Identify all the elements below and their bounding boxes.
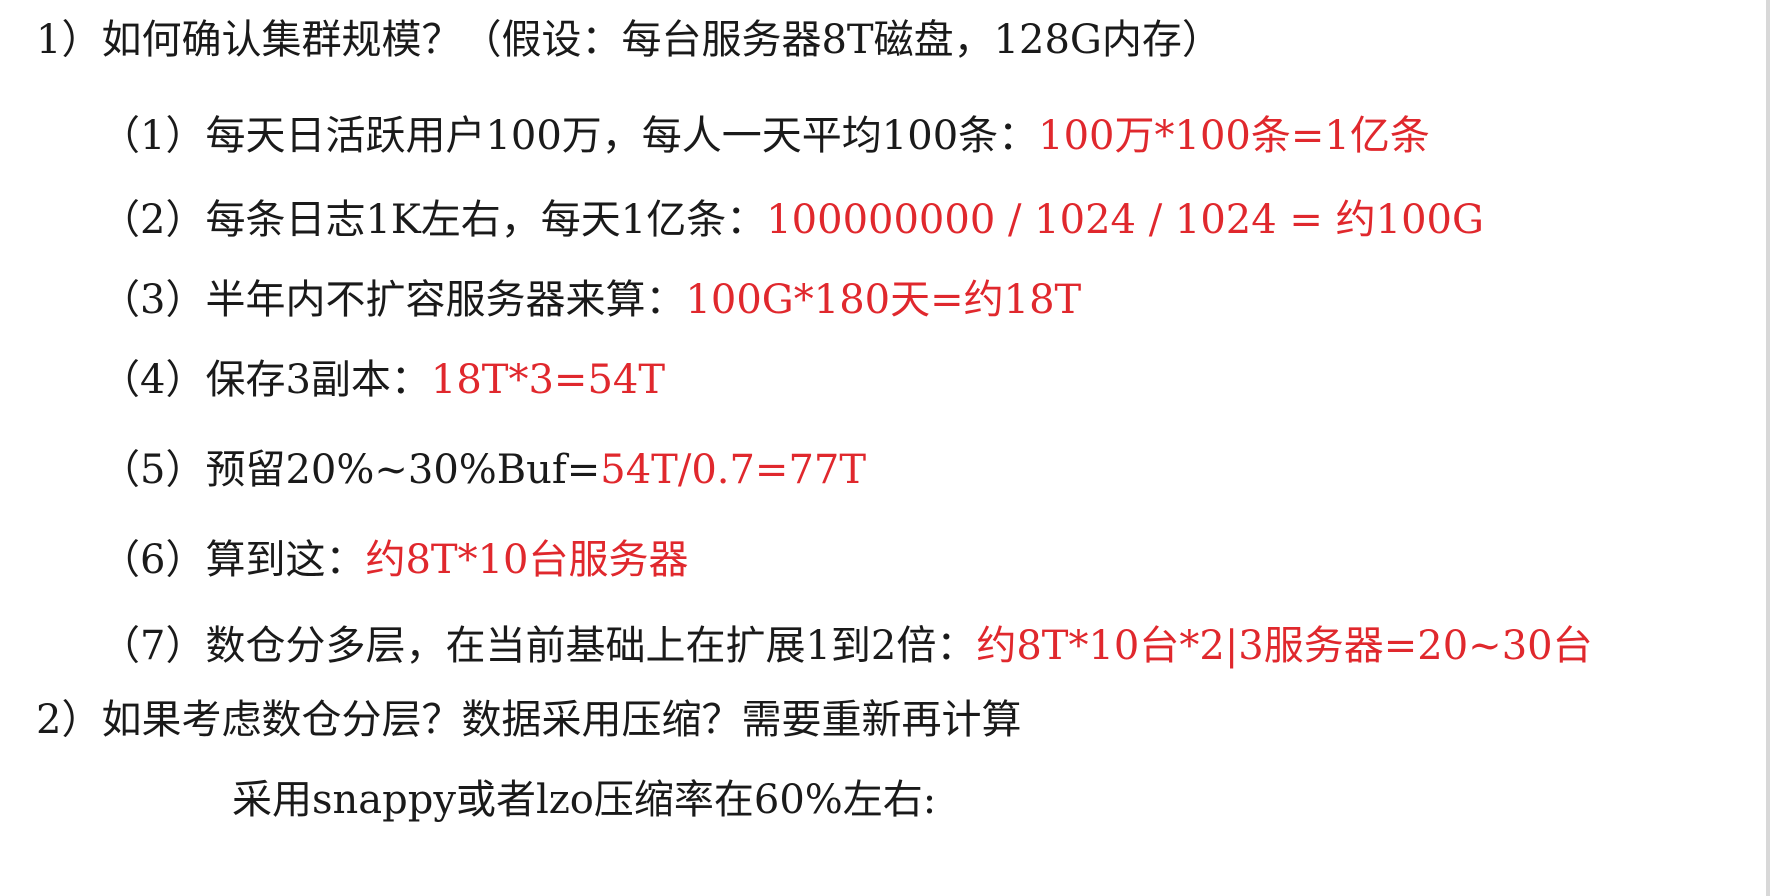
step-1-label: （1）每天日活跃用户100万，每人一天平均100条： [100,113,1039,159]
step-4-line: （4）保存3副本：18T*3=54T [100,356,665,404]
step-5-line: （5）预留20%~30%Buf=54T/0.7=77T [100,446,866,494]
step-4-label: （4）保存3副本： [100,357,431,403]
slide-canvas: 1）如何确认集群规模？（假设：每台服务器8T磁盘，128G内存） （1）每天日活… [0,0,1770,896]
step-7-label: （7）数仓分多层，在当前基础上在扩展1到2倍： [100,623,977,669]
step-5-label: （5）预留20%~30%Buf= [100,447,601,493]
step-2-line: （2）每条日志1K左右，每天1亿条：100000000 / 1024 / 102… [100,196,1484,244]
step-6-line: （6）算到这：约8T*10台服务器 [100,536,688,584]
step-7-line: （7）数仓分多层，在当前基础上在扩展1到2倍：约8T*10台*2|3服务器=20… [100,622,1593,670]
step-4-result: 18T*3=54T [430,357,666,403]
compression-note-text: 采用snappy或者lzo压缩率在60%左右: [232,777,937,823]
step-6-label: （6）算到这： [100,537,366,583]
step-3-label: （3）半年内不扩容服务器来算： [100,277,686,323]
step-3-line: （3）半年内不扩容服务器来算：100G*180天=约18T [100,276,1081,324]
step-6-result: 约8T*10台服务器 [365,537,689,583]
step-1-result: 100万*100条=1亿条 [1038,113,1430,159]
slide-edge-divider [1766,0,1770,896]
question-2-text: 2）如果考虑数仓分层？数据采用压缩？需要重新再计算 [36,697,1022,743]
step-2-result: 100000000 / 1024 / 1024 = 约100G [766,197,1484,243]
step-1-line: （1）每天日活跃用户100万，每人一天平均100条：100万*100条=1亿条 [100,112,1430,160]
step-2-label: （2）每条日志1K左右，每天1亿条： [100,197,767,243]
question-2-heading: 2）如果考虑数仓分层？数据采用压缩？需要重新再计算 [36,696,1021,744]
step-5-result: 54T/0.7=77T [600,447,867,493]
step-7-result: 约8T*10台*2|3服务器=20~30台 [976,623,1593,669]
question-1-text: 1）如何确认集群规模？（假设：每台服务器8T磁盘，128G内存） [36,17,1222,63]
compression-note: 采用snappy或者lzo压缩率在60%左右: [232,776,936,824]
step-3-result: 100G*180天=约18T [685,277,1082,323]
question-1-heading: 1）如何确认集群规模？（假设：每台服务器8T磁盘，128G内存） [36,16,1222,64]
